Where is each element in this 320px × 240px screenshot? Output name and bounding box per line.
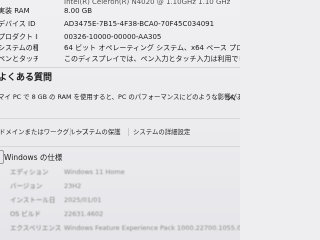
windows-spec-label: OS ビルド — [10, 210, 41, 218]
windows-spec-header: Windows の仕様 — [4, 153, 63, 162]
link-system-protection[interactable]: システムの保護 — [76, 124, 121, 140]
windows-spec-label: インストール日 — [10, 196, 56, 204]
spec-value: 8.00 GB — [64, 7, 93, 15]
windows-spec-value: 2025/01/01 — [64, 196, 102, 204]
windows-spec-value: 23H2 — [64, 182, 82, 190]
windows-spec-value: Windows 11 Home — [64, 168, 125, 176]
faq-question[interactable]: マイ PC で 8 GB の RAM を使用すると、PC のパフォーマンスにどの… — [0, 91, 240, 103]
windows-spec-label: エクスペリエンス — [10, 224, 62, 232]
windows-spec-label: エディション — [10, 168, 49, 176]
faq-title: よくある質問 — [0, 73, 53, 83]
spec-label: 実装 RAM — [0, 7, 30, 15]
about-panel: Intel(R) Celeron(R) N4020 @ 1.10GHz 1.10… — [0, 0, 240, 240]
link-advanced-settings[interactable]: システムの詳細設定 — [133, 124, 190, 140]
divider — [0, 67, 240, 68]
chevron-up-icon[interactable] — [227, 94, 236, 103]
link-domain-workgroup[interactable]: ドメインまたはワークグループ — [0, 124, 88, 140]
spec-label: ペンとタッチ — [0, 55, 38, 63]
spec-value: AD3475E-7B15-4F38-BCA0-70F45C034091 — [64, 20, 215, 28]
link-separator — [70, 128, 71, 136]
spec-label: デバイス ID — [0, 20, 36, 28]
windows-spec-value: Windows Feature Experience Pack 1000.227… — [64, 224, 240, 232]
related-links: ドメインまたはワークグループ システムの保護 システムの詳細設定 — [0, 124, 240, 140]
divider — [0, 146, 240, 147]
link-separator — [128, 128, 129, 136]
windows-spec-value: 22631.4602 — [64, 210, 104, 218]
divider — [0, 118, 240, 119]
spec-value: このディスプレイでは、ペン入力とタッチ入力は利用できません — [64, 55, 240, 63]
windows-spec-label: バージョン — [10, 182, 43, 190]
